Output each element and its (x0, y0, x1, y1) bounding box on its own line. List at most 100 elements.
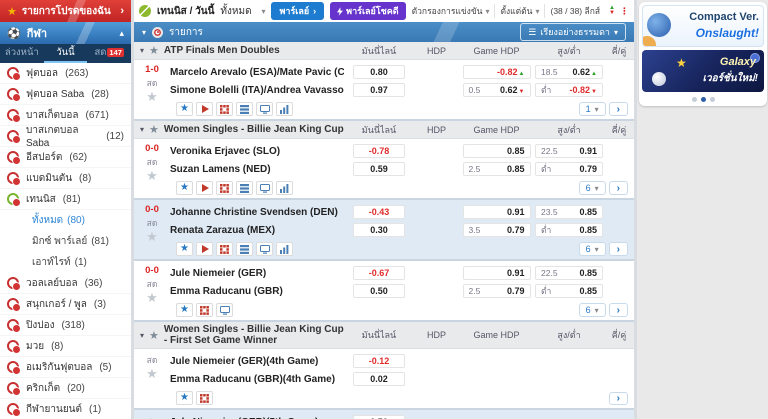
carousel-dot[interactable] (692, 97, 697, 102)
favorite-star-icon[interactable]: ★ (146, 170, 158, 182)
chevron-down-icon[interactable]: ▾ (142, 28, 146, 37)
sidebar-item[interactable]: กีฬายานยนต์(1) (0, 399, 131, 419)
favorite-icon[interactable]: ★ (176, 181, 193, 195)
over-under-odds[interactable]: ต่ำ0.85 (535, 223, 603, 237)
from-start-dropdown[interactable]: ตั้งแต่ต้น▾ (500, 4, 545, 18)
sidebar-item[interactable]: มวย(8) (0, 336, 131, 357)
favorite-icon[interactable]: ★ (176, 242, 193, 256)
over-under-odds[interactable]: 23.50.85 (535, 205, 603, 219)
over-under-odds[interactable]: 22.50.91 (535, 144, 603, 158)
expand-match-button[interactable]: › (609, 303, 628, 317)
over-under-odds[interactable]: ต่ำ0.79 (535, 162, 603, 176)
bet-grid-icon[interactable] (216, 242, 233, 256)
promo-banner-galaxy[interactable]: ★ Galaxy เวอร์ชั่นใหม่! (642, 50, 764, 92)
moneyline-odds[interactable]: 0.50 (353, 284, 405, 298)
game-hdp-odds[interactable]: 2.50.85 (463, 162, 531, 176)
over-under-odds[interactable]: ต่ำ0.85 (535, 284, 603, 298)
sidebar-item[interactable]: อีสปอร์ต(62) (0, 147, 131, 168)
bet-grid-icon[interactable] (216, 181, 233, 195)
live-tv-icon[interactable] (216, 303, 233, 317)
expand-match-button[interactable]: › (609, 242, 628, 256)
over-under-odds[interactable]: 18.50.62▲ (535, 65, 603, 79)
market-count-dropdown[interactable]: 1▾ (579, 102, 606, 116)
moneyline-odds[interactable]: -0.67 (353, 266, 405, 280)
game-hdp-odds[interactable]: 0.50.62▼ (463, 83, 531, 97)
sidebar-tab[interactable]: สด147 (87, 44, 131, 63)
sidebar-tab[interactable]: ล่วงหน้า (0, 44, 44, 63)
market-count-dropdown[interactable]: 6▾ (579, 303, 606, 317)
star-icon[interactable]: ★ (149, 123, 159, 136)
sidebar-subitem[interactable]: เอาท์ไรท์(1) (0, 252, 131, 273)
moneyline-odds[interactable]: 0.02 (353, 372, 405, 386)
bet-grid-icon[interactable] (196, 391, 213, 405)
moneyline-odds[interactable]: 0.56 (353, 415, 405, 419)
live-tv-icon[interactable] (256, 242, 273, 256)
moneyline-odds[interactable]: 0.97 (353, 83, 405, 97)
sidebar-item[interactable]: วอลเลย์บอล(36) (0, 273, 131, 294)
moneyline-odds[interactable]: 0.59 (353, 162, 405, 176)
live-tv-icon[interactable] (256, 102, 273, 116)
expand-match-button[interactable]: › (609, 392, 628, 405)
over-under-odds[interactable]: ต่ำ-0.82▼ (535, 83, 603, 97)
favorite-star-icon[interactable]: ★ (146, 231, 158, 243)
favorite-icon[interactable]: ★ (176, 102, 193, 116)
statistics-icon[interactable] (236, 102, 253, 116)
market-count-dropdown[interactable]: 6▾ (579, 181, 606, 195)
live-play-icon[interactable] (196, 102, 213, 116)
bet-grid-icon[interactable] (216, 102, 233, 116)
favorite-star-icon[interactable]: ★ (146, 292, 158, 304)
market-filter-select[interactable]: ทั้งหมด▾ (220, 4, 265, 19)
sidebar-tab[interactable]: วันนี้ (44, 44, 88, 63)
sidebar-item[interactable]: บาสเกตบอล Saba(12) (0, 126, 131, 147)
statistics-icon[interactable] (236, 181, 253, 195)
bet-grid-icon[interactable] (196, 303, 213, 317)
sidebar-item[interactable]: คริกเก็ต(20) (0, 378, 131, 399)
odds-movement-icon[interactable]: ▲▼ (609, 6, 615, 16)
over-under-odds[interactable]: 22.50.85 (535, 266, 603, 280)
moneyline-odds[interactable]: -0.43 (353, 205, 405, 219)
live-play-icon[interactable] (196, 242, 213, 256)
sidebar-item[interactable]: แบดมินตัน(8) (0, 168, 131, 189)
chevron-down-icon[interactable]: ▾ (140, 46, 144, 55)
match-filter-dropdown[interactable]: ตัวกรองการแข่งขัน▾ (412, 4, 496, 18)
moneyline-odds[interactable]: -0.12 (353, 354, 405, 368)
expand-match-button[interactable]: › (609, 102, 628, 116)
chart-icon[interactable] (276, 102, 293, 116)
carousel-dot[interactable] (710, 97, 715, 102)
favorite-icon[interactable]: ★ (176, 391, 193, 405)
game-hdp-odds[interactable]: -0.82▲ (463, 65, 531, 79)
favorite-star-icon[interactable]: ★ (146, 368, 158, 380)
sidebar-subitem[interactable]: ทั้งหมด(80) (0, 210, 131, 231)
sidebar-item[interactable]: อเมริกันฟุตบอล(5) (0, 357, 131, 378)
expand-match-button[interactable]: › (609, 181, 628, 195)
parlay-button[interactable]: พาร์เลย์› (271, 2, 324, 20)
chart-icon[interactable] (276, 242, 293, 256)
lucky-parlay-button[interactable]: พาร์เลย์โชคดี (330, 2, 406, 20)
promo-banner-compact[interactable]: Compact Ver. Onslaught! (642, 5, 764, 47)
moneyline-odds[interactable]: 0.80 (353, 65, 405, 79)
game-hdp-odds[interactable]: 3.50.79 (463, 223, 531, 237)
favorite-star-icon[interactable]: ★ (146, 91, 158, 103)
game-hdp-odds[interactable]: 0.85 (463, 144, 531, 158)
live-play-icon[interactable] (196, 181, 213, 195)
sidebar-item[interactable]: ปิงปอง(318) (0, 315, 131, 336)
sidebar-subitem[interactable]: มิกซ์ พาร์เลย์(81) (0, 231, 131, 252)
chevron-down-icon[interactable]: ▾ (140, 331, 144, 340)
moneyline-odds[interactable]: 0.30 (353, 223, 405, 237)
chevron-down-icon[interactable]: ▾ (140, 125, 144, 134)
sidebar-item[interactable]: ฟุตบอล(263) (0, 63, 131, 84)
sidebar-item[interactable]: เทนนิส(81) (0, 189, 131, 210)
favorites-bar[interactable]: ★ รายการโปรดของฉัน › (0, 0, 131, 22)
sort-mode-button[interactable]: ☰ เรียงอย่างธรรมดา ▾ (520, 23, 626, 41)
star-icon[interactable]: ★ (149, 44, 159, 57)
more-options-icon[interactable]: ⋮ (620, 6, 629, 17)
live-tv-icon[interactable] (256, 181, 273, 195)
sidebar-item[interactable]: สนุกเกอร์ / พูล(3) (0, 294, 131, 315)
moneyline-odds[interactable]: -0.78 (353, 144, 405, 158)
game-hdp-odds[interactable]: 0.91 (463, 205, 531, 219)
star-icon[interactable]: ★ (149, 329, 159, 342)
sports-header-bar[interactable]: ⚽ กีฬา ▴ (0, 22, 131, 44)
game-hdp-odds[interactable]: 0.91 (463, 266, 531, 280)
sidebar-item[interactable]: ฟุตบอล Saba(28) (0, 84, 131, 105)
carousel-dot-active[interactable] (701, 97, 706, 102)
